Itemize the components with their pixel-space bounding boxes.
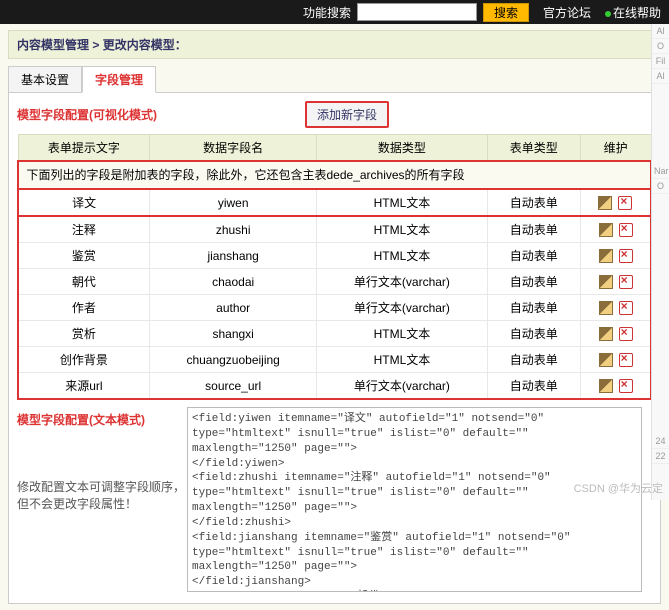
cell-form: 自动表单 — [487, 269, 580, 295]
online-dot-icon — [605, 11, 611, 17]
cell-type: 单行文本(varchar) — [316, 373, 487, 399]
cell-prompt: 来源url — [18, 373, 150, 399]
edit-icon[interactable] — [599, 223, 613, 237]
tab-basic[interactable]: 基本设置 — [8, 66, 82, 93]
cell-type: HTML文本 — [316, 216, 487, 243]
crumb-b: 更改内容模型： — [103, 38, 187, 52]
cell-ops — [580, 373, 651, 399]
delete-icon[interactable] — [619, 379, 633, 393]
cell-ops — [580, 243, 651, 269]
table-row: 鉴赏jianshangHTML文本自动表单 — [18, 243, 651, 269]
cell-type: HTML文本 — [316, 347, 487, 373]
table-row: 赏析shangxiHTML文本自动表单 — [18, 321, 651, 347]
search-input[interactable] — [357, 3, 477, 21]
cell-type: 单行文本(varchar) — [316, 295, 487, 321]
edit-icon[interactable] — [599, 353, 613, 367]
cell-field: jianshang — [150, 243, 317, 269]
delete-icon[interactable] — [619, 353, 633, 367]
text-mode-title: 模型字段配置(文本模式) — [17, 411, 187, 428]
cell-prompt: 鉴赏 — [18, 243, 150, 269]
table-row: 译文yiwenHTML文本自动表单 — [18, 189, 651, 216]
cell-prompt: 创作背景 — [18, 347, 150, 373]
watermark: CSDN @华为云定 — [574, 480, 663, 496]
func-search-label: 功能搜索 — [303, 4, 351, 21]
field-table: 表单提示文字 数据字段名 数据类型 表单类型 维护 下面列出的字段是附加表的字段… — [17, 134, 652, 399]
text-mode-desc: 修改配置文本可调整字段顺序，但不会更改字段属性！ — [17, 478, 187, 512]
cell-type: HTML文本 — [316, 243, 487, 269]
cell-form: 自动表单 — [487, 216, 580, 243]
th-prompt: 表单提示文字 — [18, 135, 150, 161]
th-formtype: 表单类型 — [487, 135, 580, 161]
edit-icon[interactable] — [599, 379, 613, 393]
cell-prompt: 注释 — [18, 216, 150, 243]
table-row: 朝代chaodai单行文本(varchar)自动表单 — [18, 269, 651, 295]
cell-field: chuangzuobeijing — [150, 347, 317, 373]
cell-ops — [580, 295, 651, 321]
edit-icon[interactable] — [599, 327, 613, 341]
edit-icon[interactable] — [599, 275, 613, 289]
cell-form: 自动表单 — [487, 243, 580, 269]
cell-prompt: 译文 — [18, 189, 150, 216]
breadcrumb: 内容模型管理 > 更改内容模型： — [8, 30, 661, 59]
table-row: 创作背景chuangzuobeijingHTML文本自动表单 — [18, 347, 651, 373]
cell-field: source_url — [150, 373, 317, 399]
cell-type: 单行文本(varchar) — [316, 269, 487, 295]
crumb-a[interactable]: 内容模型管理 — [17, 38, 89, 52]
cell-form: 自动表单 — [487, 347, 580, 373]
top-bar: 功能搜索 搜索 官方论坛 在线帮助 — [0, 0, 669, 24]
delete-icon[interactable] — [619, 327, 633, 341]
visual-mode-title: 模型字段配置(可视化模式) — [17, 106, 157, 123]
cell-ops — [580, 189, 651, 216]
delete-icon[interactable] — [619, 249, 633, 263]
cell-ops — [580, 216, 651, 243]
th-fieldname: 数据字段名 — [150, 135, 317, 161]
delete-icon[interactable] — [619, 301, 633, 315]
delete-icon[interactable] — [619, 275, 633, 289]
search-button[interactable]: 搜索 — [483, 3, 529, 22]
cell-field: author — [150, 295, 317, 321]
edit-icon[interactable] — [599, 301, 613, 315]
cell-field: yiwen — [150, 189, 317, 216]
cell-form: 自动表单 — [487, 189, 580, 216]
cell-prompt: 朝代 — [18, 269, 150, 295]
right-sidebar: Al O Fil Al Nar O 24 22 — [651, 24, 669, 500]
cell-ops — [580, 347, 651, 373]
th-datatype: 数据类型 — [316, 135, 487, 161]
forum-link[interactable]: 官方论坛 — [543, 4, 591, 21]
table-row: 注释zhushiHTML文本自动表单 — [18, 216, 651, 243]
delete-icon[interactable] — [618, 196, 632, 210]
cell-field: shangxi — [150, 321, 317, 347]
help-link[interactable]: 在线帮助 — [605, 4, 661, 21]
cell-field: chaodai — [150, 269, 317, 295]
cell-prompt: 作者 — [18, 295, 150, 321]
table-row: 作者author单行文本(varchar)自动表单 — [18, 295, 651, 321]
edit-icon[interactable] — [599, 249, 613, 263]
cell-type: HTML文本 — [316, 321, 487, 347]
cell-ops — [580, 269, 651, 295]
cell-form: 自动表单 — [487, 373, 580, 399]
cell-form: 自动表单 — [487, 321, 580, 347]
table-note: 下面列出的字段是附加表的字段，除此外，它还包含主表dede_archives的所… — [18, 161, 651, 190]
cell-form: 自动表单 — [487, 295, 580, 321]
tabs: 基本设置 字段管理 — [8, 65, 661, 92]
cell-field: zhushi — [150, 216, 317, 243]
cell-ops — [580, 321, 651, 347]
cell-prompt: 赏析 — [18, 321, 150, 347]
edit-icon[interactable] — [598, 196, 612, 210]
delete-icon[interactable] — [619, 223, 633, 237]
table-row: 来源urlsource_url单行文本(varchar)自动表单 — [18, 373, 651, 399]
add-field-button[interactable]: 添加新字段 — [305, 101, 389, 128]
cell-type: HTML文本 — [316, 189, 487, 216]
main-panel: 内容模型管理 > 更改内容模型： 基本设置 字段管理 模型字段配置(可视化模式)… — [0, 24, 669, 610]
text-mode-section: 模型字段配置(文本模式) 修改配置文本可调整字段顺序，但不会更改字段属性！ — [17, 407, 652, 595]
tab-fields[interactable]: 字段管理 — [82, 66, 156, 93]
field-panel: 模型字段配置(可视化模式) 添加新字段 表单提示文字 数据字段名 数据类型 表单… — [8, 92, 661, 604]
th-ops: 维护 — [580, 135, 651, 161]
